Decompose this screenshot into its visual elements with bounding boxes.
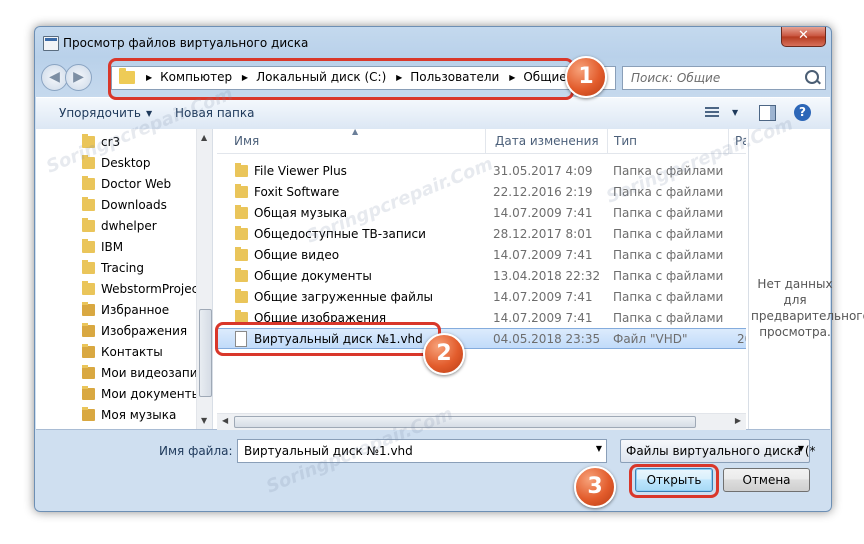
- window-title: Просмотр файлов виртуального диска: [63, 36, 309, 50]
- scroll-right-icon[interactable]: ▶: [735, 416, 741, 425]
- file-type-filter[interactable]: Файлы виртуального диска (* ▼: [620, 439, 816, 463]
- folder-icon: [235, 289, 248, 303]
- search-placeholder: Поиск: Общие: [631, 71, 721, 85]
- file-row[interactable]: Общая музыка 14.07.2009 7:41 Папка с файла…: [217, 203, 746, 224]
- tree-scrollbar[interactable]: ▲ ▼: [196, 129, 212, 429]
- open-highlight-box: [629, 464, 719, 498]
- chevron-down-icon: ▼: [797, 444, 804, 453]
- pictures-folder-icon: [82, 323, 95, 337]
- nav-buttons: ◀ ▶: [41, 64, 95, 92]
- scrollbar-thumb[interactable]: [234, 416, 696, 428]
- contacts-folder-icon: [82, 344, 95, 358]
- file-row[interactable]: Общие видео 14.07.2009 7:41 Папка с файлам…: [217, 245, 746, 266]
- folder-icon: [82, 218, 95, 232]
- folder-icon: [235, 163, 248, 177]
- content-panes: cr3 Desktop Doctor Web Downloads dwhelpe…: [36, 129, 864, 430]
- music-folder-icon: [82, 407, 95, 421]
- organize-button[interactable]: Упорядочить ▼: [59, 106, 152, 120]
- forward-button[interactable]: ▶: [65, 64, 92, 91]
- file-row[interactable]: Общие документы 13.04.2018 22:32 Папка с ф…: [217, 266, 746, 287]
- filename-field[interactable]: Виртуальный диск №1.vhd ▼: [237, 439, 607, 463]
- window-app-icon: [43, 36, 59, 51]
- favorites-folder-icon: [82, 302, 95, 316]
- chevron-down-icon[interactable]: ▼: [596, 444, 602, 453]
- documents-folder-icon: [82, 386, 95, 400]
- navigation-tree: cr3 Desktop Doctor Web Downloads dwhelpe…: [36, 129, 213, 429]
- folder-icon: [235, 226, 248, 240]
- folder-icon: [235, 247, 248, 261]
- folder-icon: [82, 239, 95, 253]
- preview-empty-text: Нет данных для предварительного просмотр…: [751, 277, 864, 339]
- filter-value: Файлы виртуального диска (*: [626, 444, 816, 458]
- search-input[interactable]: Поиск: Общие: [622, 66, 826, 90]
- step-marker-1: 1: [565, 56, 607, 98]
- view-dropdown-icon[interactable]: ▼: [727, 105, 738, 119]
- back-button[interactable]: ◀: [41, 64, 68, 91]
- folder-icon: [82, 260, 95, 274]
- file-row[interactable]: Общие загруженные файлы 14.07.2009 7:41 Па…: [217, 287, 746, 308]
- folder-icon: [235, 184, 248, 198]
- cancel-button[interactable]: Отмена: [723, 468, 810, 492]
- column-headers: ▲ Имя Дата изменения Тип Разм: [217, 129, 746, 154]
- address-highlight-box: [108, 58, 574, 100]
- videos-folder-icon: [82, 365, 95, 379]
- column-header-type[interactable]: Тип: [614, 134, 637, 148]
- folder-icon: [235, 205, 248, 219]
- scrollbar-thumb[interactable]: [199, 309, 212, 397]
- title-bar[interactable]: Просмотр файлов виртуального диска ✕: [35, 27, 831, 57]
- folder-icon: [82, 281, 95, 295]
- sort-ascending-icon: ▲: [352, 129, 359, 136]
- help-icon[interactable]: ?: [794, 104, 811, 121]
- folder-icon: [82, 197, 95, 211]
- file-row[interactable]: Общедоступные ТВ-записи 28.12.2017 8:01 Па…: [217, 224, 746, 245]
- filename-label: Имя файла:: [159, 444, 233, 458]
- file-list-hscrollbar[interactable]: ◀ ▶: [217, 413, 746, 430]
- file-highlight-box: [215, 322, 441, 356]
- column-divider[interactable]: [485, 129, 486, 153]
- view-options-icon[interactable]: [705, 107, 719, 119]
- column-header-date[interactable]: Дата изменения: [495, 134, 599, 148]
- step-marker-3: 3: [574, 466, 616, 508]
- folder-icon: [235, 268, 248, 282]
- scroll-up-icon[interactable]: ▲: [201, 133, 207, 142]
- close-button[interactable]: ✕: [781, 27, 826, 47]
- scroll-down-icon[interactable]: ▼: [201, 416, 207, 425]
- column-divider[interactable]: [607, 129, 608, 153]
- search-icon[interactable]: [805, 70, 819, 84]
- scroll-left-icon[interactable]: ◀: [222, 416, 228, 425]
- step-marker-2: 2: [423, 333, 465, 375]
- organize-label: Упорядочить: [59, 106, 141, 120]
- folder-icon: [82, 176, 95, 190]
- preview-pane: Нет данных для предварительного просмотр…: [748, 129, 864, 429]
- column-header-name[interactable]: Имя: [234, 134, 259, 148]
